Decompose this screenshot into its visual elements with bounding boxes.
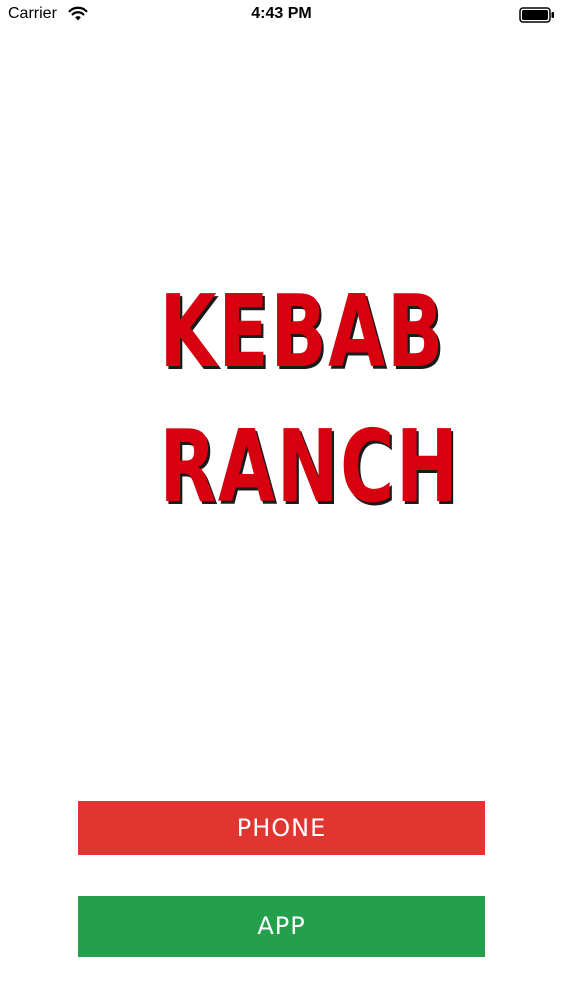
status-time: 4:43 PM [251,5,312,22]
logo-line-kebab: KEBAB [159,273,445,390]
status-bar: Carrier 4:43 PM [0,0,563,30]
battery-icon [519,7,554,23]
brand-logo: KEBAB RANCH [116,262,460,532]
app-button[interactable]: APP [78,896,485,957]
phone-button[interactable]: PHONE [78,801,485,855]
logo-line-ranch: RANCH [159,408,460,525]
